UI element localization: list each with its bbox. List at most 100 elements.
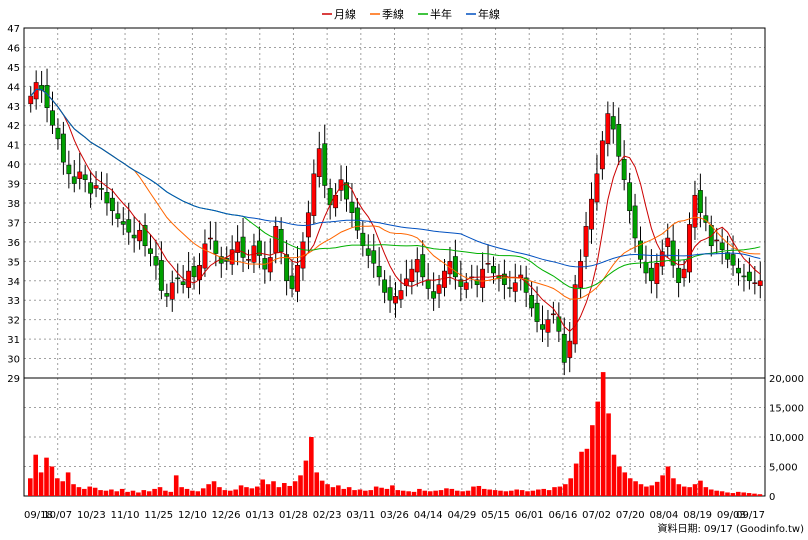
- candle: [273, 216, 279, 264]
- volume-bar: [44, 457, 49, 496]
- candle-body: [567, 340, 573, 358]
- x-axis: 09/1810/07 10/23 11/10 11/25 12/10 12/26 01/13…: [24, 510, 765, 521]
- candle-body: [229, 249, 235, 265]
- x-tick-label: 10/07: [43, 510, 72, 521]
- candle-body: [273, 226, 279, 253]
- candle-body: [529, 295, 535, 309]
- volume-bar: [211, 481, 217, 496]
- volume-bar: [600, 372, 606, 496]
- candle: [523, 265, 529, 308]
- volume-bar: [190, 490, 195, 496]
- candle-body: [545, 319, 551, 333]
- volume-bar: [82, 488, 87, 496]
- volume-bar: [363, 490, 368, 496]
- candle: [175, 263, 181, 294]
- volume-bar: [649, 485, 655, 496]
- candle: [267, 238, 273, 281]
- volume-bar: [584, 448, 590, 496]
- volume-bar: [314, 472, 320, 496]
- candle: [262, 241, 268, 284]
- candle-body: [442, 270, 447, 288]
- candle: [186, 252, 192, 299]
- candle-body: [284, 254, 290, 282]
- legend-item: 月線: [322, 7, 356, 21]
- candle-body: [158, 260, 164, 291]
- candle-body: [485, 263, 491, 265]
- y-tick-label: 30: [7, 355, 20, 366]
- candle: [164, 283, 170, 308]
- candle: [311, 159, 317, 225]
- candle-body: [491, 265, 496, 274]
- candle: [131, 216, 137, 253]
- volume-bar: [400, 490, 406, 496]
- volume-bar: [238, 485, 244, 496]
- volume-bar: [514, 489, 519, 496]
- volume-bar: [530, 490, 536, 496]
- y-tick-label: 33: [7, 296, 20, 307]
- candle: [469, 264, 475, 289]
- volume-bar: [546, 490, 552, 496]
- candle: [256, 226, 262, 269]
- volume-bar: [38, 472, 44, 496]
- volume-bar: [519, 490, 525, 496]
- candle-body: [267, 257, 273, 273]
- volume-bar: [725, 492, 730, 496]
- candle-body: [126, 219, 132, 233]
- x-tick-label: 12/10: [178, 510, 207, 521]
- x-tick-label: 03/11: [346, 510, 375, 521]
- volume-bar: [130, 490, 136, 496]
- candle-body: [431, 291, 437, 299]
- y-tick-label: 40: [7, 160, 20, 171]
- candle-body: [88, 182, 94, 194]
- candle: [71, 160, 77, 193]
- y-tick-label: 31: [7, 335, 20, 346]
- candle: [109, 188, 115, 226]
- candle-body: [425, 279, 431, 289]
- candle-body: [240, 236, 246, 258]
- candle-body: [202, 243, 208, 269]
- candle: [578, 249, 584, 299]
- candle-body: [610, 116, 616, 130]
- candle: [431, 272, 437, 311]
- candle-body: [561, 334, 567, 363]
- x-tick-label: 02/23: [313, 510, 342, 521]
- y-tick-label: 46: [7, 43, 20, 54]
- candle: [501, 259, 507, 300]
- volume-bar: [422, 490, 428, 496]
- candle: [757, 261, 763, 299]
- volume-bar: [125, 491, 130, 496]
- volume-bar: [173, 475, 179, 496]
- candle-body: [28, 95, 34, 105]
- volume-bar: [244, 487, 249, 496]
- volume-bar: [352, 490, 357, 496]
- candle-body: [752, 282, 758, 284]
- candle: [599, 131, 605, 180]
- candle: [403, 259, 409, 297]
- candle-body: [360, 232, 366, 247]
- candle: [681, 259, 687, 287]
- candle: [322, 124, 328, 199]
- volume-bar: [179, 487, 184, 496]
- volume-bar: [276, 487, 282, 496]
- y-tick-label: 41: [7, 141, 20, 152]
- candle-body: [153, 256, 159, 266]
- candle-body: [109, 197, 115, 212]
- candle: [66, 150, 72, 189]
- x-tick-label: 03/26: [380, 510, 409, 521]
- candle-body: [594, 173, 600, 203]
- candle-body: [757, 280, 763, 286]
- volume-bar: [271, 481, 276, 496]
- candle: [77, 152, 83, 190]
- vol-tick-label: 5,000: [769, 463, 798, 474]
- volume-bar: [660, 475, 665, 496]
- stock-chart: 月線 季線 半年 年線 29 30 31 32 33 34 35 36 37 38 39 40 41 42 43 4…: [7, 7, 804, 535]
- y-tick-label: 47: [7, 24, 20, 35]
- volume-bar: [319, 480, 325, 496]
- candle-body: [376, 265, 382, 278]
- x-tick-label: 04/29: [447, 510, 476, 521]
- candle-body: [436, 284, 442, 294]
- legend-item: 季線: [370, 7, 404, 21]
- volume-bar: [303, 460, 309, 496]
- candle: [507, 270, 513, 298]
- candle: [398, 273, 404, 308]
